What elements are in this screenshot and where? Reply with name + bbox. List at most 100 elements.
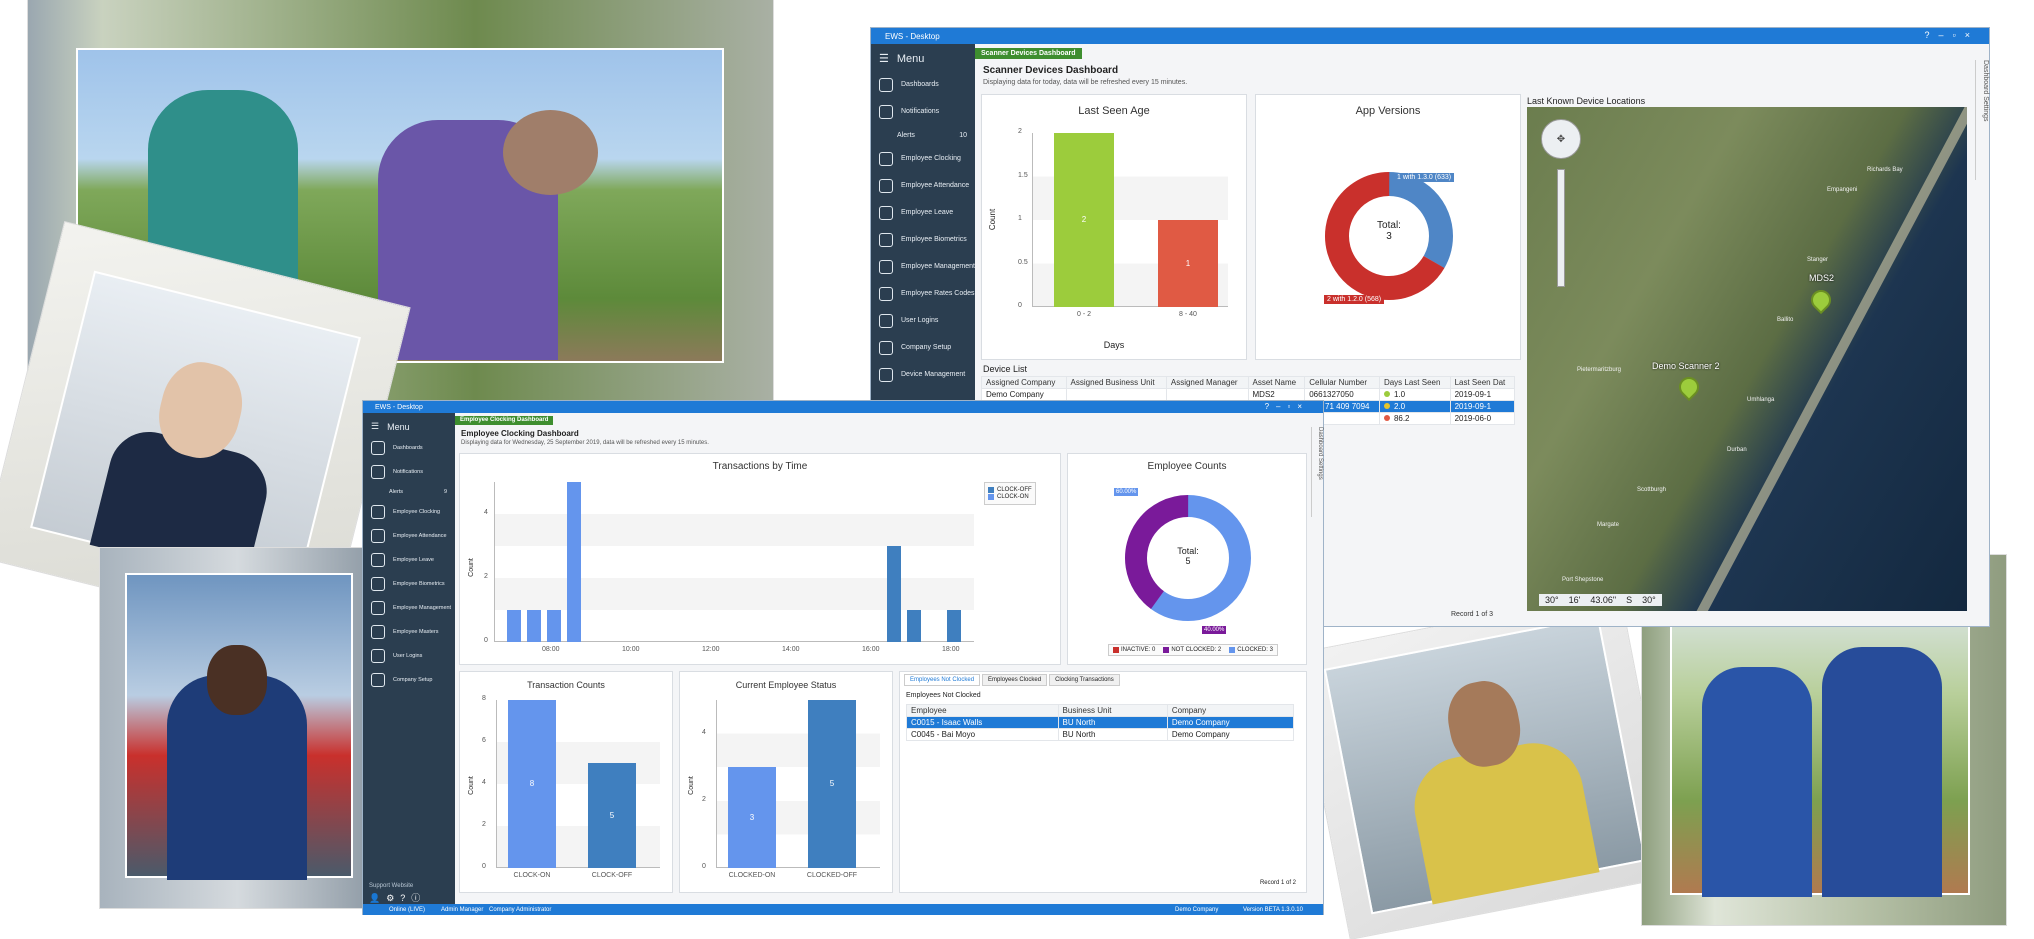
sidebar-item-company-setup[interactable]: Company Setup [363, 668, 455, 692]
map-pin-icon[interactable] [1674, 372, 1704, 402]
support-website-link[interactable]: Support Website [369, 883, 413, 889]
column-header[interactable]: Days Last Seen [1378, 376, 1451, 389]
sidebar-item-employee-biometrics[interactable]: Employee Biometrics [363, 572, 455, 596]
device-list-pager[interactable]: Record 1 of 3 [1451, 611, 1493, 618]
sidebar-item-notifications[interactable]: Notifications [871, 98, 975, 125]
not-clocked-pager[interactable]: Record 1 of 2 [1260, 880, 1296, 886]
sidebar-item-alerts[interactable]: Alerts 9 [363, 484, 455, 500]
table-row[interactable]: C0015 - Isaac Walls BU North Demo Company [906, 716, 1295, 729]
chart-title: Last Seen Age [1078, 105, 1150, 117]
tab-employees-not-clocked[interactable]: Employees Not Clocked [904, 674, 981, 686]
window-controls[interactable]: ?–▫× [1265, 402, 1309, 411]
column-header[interactable]: Business Unit [1057, 704, 1168, 717]
column-header[interactable]: Assigned Business Unit [1065, 376, 1167, 389]
column-header[interactable]: Assigned Manager [1165, 376, 1249, 389]
page-subtitle: Displaying data for Wednesday, 25 Septem… [461, 440, 709, 446]
sidebar-item-label: Notifications [393, 469, 423, 475]
coordinate-part: 30° [1642, 595, 1656, 605]
column-header[interactable]: Company [1166, 704, 1295, 717]
dashboard-settings-tab[interactable]: Dashboard Settings [1975, 60, 1989, 180]
sidebar-item-employee-clocking[interactable]: Employee Clocking [871, 145, 975, 172]
sidebar-item-employee-attendance[interactable]: Employee Attendance [871, 172, 975, 199]
legend-item: CLOCK-ON [988, 494, 1032, 500]
bar-0-2: 2 [1054, 133, 1114, 307]
tab-employees-clocked[interactable]: Employees Clocked [982, 674, 1048, 686]
map-place-label: Port Shepstone [1562, 577, 1604, 583]
tab-clocking-transactions[interactable]: Clocking Transactions [1049, 674, 1120, 686]
window-controls[interactable]: ?–▫× [1925, 30, 1979, 40]
sidebar-item-label: Employee Management [393, 605, 452, 611]
x-tick-label: 16:00 [862, 646, 880, 653]
bar-value-label: 8 [529, 779, 535, 788]
tab-scanner-devices-dashboard[interactable]: Scanner Devices Dashboard [975, 48, 1082, 59]
chart-title: App Versions [1355, 105, 1421, 117]
table-row[interactable]: Demo Company MDS2 0661327050 1.0 2019-09-1 [981, 388, 1516, 401]
transactions-plot [494, 482, 974, 642]
x-tick-label: CLOCKED-ON [728, 872, 776, 879]
map-pin-icon[interactable] [1806, 285, 1836, 315]
sidebar-item-employee-biometrics[interactable]: Employee Biometrics [871, 226, 975, 253]
sidebar-item-employee-leave[interactable]: Employee Leave [363, 548, 455, 572]
transactions-legend: CLOCK-OFF CLOCK-ON [984, 482, 1036, 505]
y-tick-label: 0 [482, 863, 486, 870]
sidebar-item-dashboards[interactable]: Dashboards [363, 436, 455, 460]
sidebar-item-company-setup[interactable]: Company Setup [871, 334, 975, 361]
zoom-slider[interactable] [1557, 169, 1565, 287]
sidebar-item-user-logins[interactable]: User Logins [363, 644, 455, 668]
sidebar-footer-icons[interactable]: 👤⚙?ⓘ [369, 891, 426, 904]
sidebar-item-alerts[interactable]: Alerts 10 [871, 125, 975, 145]
tab-employee-clocking-dashboard[interactable]: Employee Clocking Dashboard [455, 416, 554, 425]
x-tick-label: 08:00 [542, 646, 560, 653]
sidebar-item-employee-masters[interactable]: Employee Masters [363, 620, 455, 644]
sidebar-item-notifications[interactable]: Notifications [363, 460, 455, 484]
status-dot-icon [1383, 391, 1390, 397]
sidebar-item-dashboards[interactable]: Dashboards [871, 71, 975, 98]
bar-clock-off [907, 610, 921, 642]
menu-notifications-icon [371, 465, 385, 479]
column-header[interactable]: Assigned Company [981, 376, 1067, 389]
column-header[interactable]: Asset Name [1247, 376, 1306, 389]
menu-user-logins-icon [879, 313, 893, 328]
bar-clock-off [887, 546, 901, 642]
sidebar-item-employee-rates-codes[interactable]: Employee Rates Codes [871, 280, 975, 307]
bar-clocked-off: 5 [808, 700, 856, 868]
sidebar-item-device-management[interactable]: Device Management [871, 361, 975, 388]
device-location-map[interactable]: ✥ MDS2 Demo Scanner 2 Margate Durban Scott… [1527, 107, 1967, 611]
sidebar-item-employee-attendance[interactable]: Employee Attendance [363, 524, 455, 548]
pan-control[interactable]: ✥ [1541, 119, 1581, 159]
sidebar-item-employee-management[interactable]: Employee Management [871, 253, 975, 280]
menu-employee-biometrics-icon [879, 232, 893, 247]
slice-label-bottom: 40.00% [1202, 626, 1227, 634]
table-cell: 86.2 [1378, 412, 1451, 425]
menu-button[interactable]: ☰ Menu [363, 413, 455, 436]
marker-label: Demo Scanner 2 [1652, 361, 1720, 371]
sidebar-item-user-logins[interactable]: User Logins [871, 307, 975, 334]
sidebar-item-employee-management[interactable]: Employee Management [363, 596, 455, 620]
chart-title: Transaction Counts [527, 680, 605, 690]
sidebar-item-employee-leave[interactable]: Employee Leave [871, 199, 975, 226]
y-axis-label: Count [467, 558, 475, 577]
dashboard-settings-tab[interactable]: Dashboard Settings [1311, 427, 1323, 517]
menu-employee-management-icon [879, 259, 893, 274]
table-row[interactable]: C0045 - Bai Moyo BU North Demo Company [906, 728, 1295, 741]
sidebar-item-employee-clocking[interactable]: Employee Clocking [363, 500, 455, 524]
column-header[interactable]: Last Seen Dat [1449, 376, 1516, 389]
column-header[interactable]: Employee [906, 704, 1059, 717]
menu-dashboards-icon [371, 441, 385, 455]
window-titlebar: EWS - Desktop ?–▫× [871, 28, 1989, 44]
status-bar: Online (LIVE) Admin Manager Company Admi… [363, 904, 1323, 915]
bar-clocked-on: 3 [728, 767, 776, 868]
status-online: Online (LIVE) [389, 906, 426, 913]
page-subtitle: Displaying data for today, data will be … [983, 79, 1188, 86]
page-title: Employee Clocking Dashboard [461, 429, 579, 438]
menu-button[interactable]: ☰ Menu [871, 44, 975, 71]
legend-swatch [988, 494, 994, 500]
map-place-label: Margate [1597, 522, 1620, 528]
coordinate-part: 30° [1545, 595, 1559, 605]
column-header[interactable]: Cellular Number [1304, 376, 1380, 389]
table-cell: Demo Company [1166, 716, 1295, 729]
legend-item: CLOCKED: 3 [1229, 647, 1273, 653]
table-cell: 1.0 [1378, 388, 1451, 401]
sidebar-item-label: Alerts [897, 131, 915, 139]
table-cell: Demo Company [1166, 728, 1295, 741]
